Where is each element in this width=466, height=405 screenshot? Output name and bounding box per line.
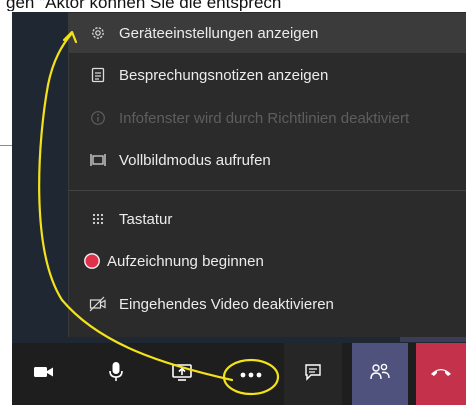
document-divider xyxy=(0,145,12,146)
notes-icon xyxy=(89,66,107,84)
menu-item-disable-incoming-video[interactable]: Eingehendes Video deaktivieren xyxy=(69,284,466,324)
video-off-icon xyxy=(89,295,107,313)
record-icon xyxy=(83,252,101,270)
hang-up-button[interactable] xyxy=(416,343,466,405)
camera-button[interactable] xyxy=(20,343,68,405)
more-options-button[interactable] xyxy=(222,343,280,405)
chat-button[interactable] xyxy=(284,343,342,405)
menu-item-label: Infofenster wird durch Richtlinien deakt… xyxy=(119,109,410,127)
hang-up-icon xyxy=(429,365,453,383)
share-screen-icon xyxy=(171,362,193,387)
participants-icon xyxy=(369,362,391,387)
menu-item-label: Tastatur xyxy=(119,210,173,228)
fullscreen-icon xyxy=(89,151,107,169)
menu-item-info-pane: Infofenster wird durch Richtlinien deakt… xyxy=(69,98,466,138)
microphone-button[interactable] xyxy=(92,343,140,405)
microphone-icon xyxy=(108,361,124,388)
menu-item-fullscreen[interactable]: Vollbildmodus aufrufen xyxy=(69,140,466,180)
info-icon xyxy=(89,109,107,127)
menu-item-label: Geräteeinstellungen anzeigen xyxy=(119,24,319,42)
menu-item-start-recording[interactable]: Aufzeichnung beginnen xyxy=(69,241,466,281)
menu-item-label: Aufzeichnung beginnen xyxy=(107,252,264,270)
menu-item-label: Besprechungsnotizen anzeigen xyxy=(119,66,329,84)
chat-icon xyxy=(304,363,322,386)
menu-item-device-settings[interactable]: Geräteeinstellungen anzeigen xyxy=(69,13,466,53)
camera-icon xyxy=(33,365,55,384)
background-document-text: gen "Aktor können Sie die entsprech xyxy=(6,0,282,11)
call-controls-bar xyxy=(12,343,466,405)
menu-item-keypad[interactable]: Tastatur xyxy=(69,199,466,239)
participants-button[interactable] xyxy=(352,343,408,405)
menu-item-meeting-notes[interactable]: Besprechungsnotizen anzeigen xyxy=(69,55,466,95)
document-margin xyxy=(0,12,12,405)
more-actions-menu: Geräteeinstellungen anzeigen Besprechung… xyxy=(68,12,466,337)
menu-item-label: Vollbildmodus aufrufen xyxy=(119,151,271,169)
gear-icon xyxy=(89,24,107,42)
menu-item-label: Eingehendes Video deaktivieren xyxy=(119,295,334,313)
keypad-icon xyxy=(89,210,107,228)
more-options-icon xyxy=(240,365,262,383)
menu-divider xyxy=(69,190,466,191)
share-screen-button[interactable] xyxy=(158,343,206,405)
